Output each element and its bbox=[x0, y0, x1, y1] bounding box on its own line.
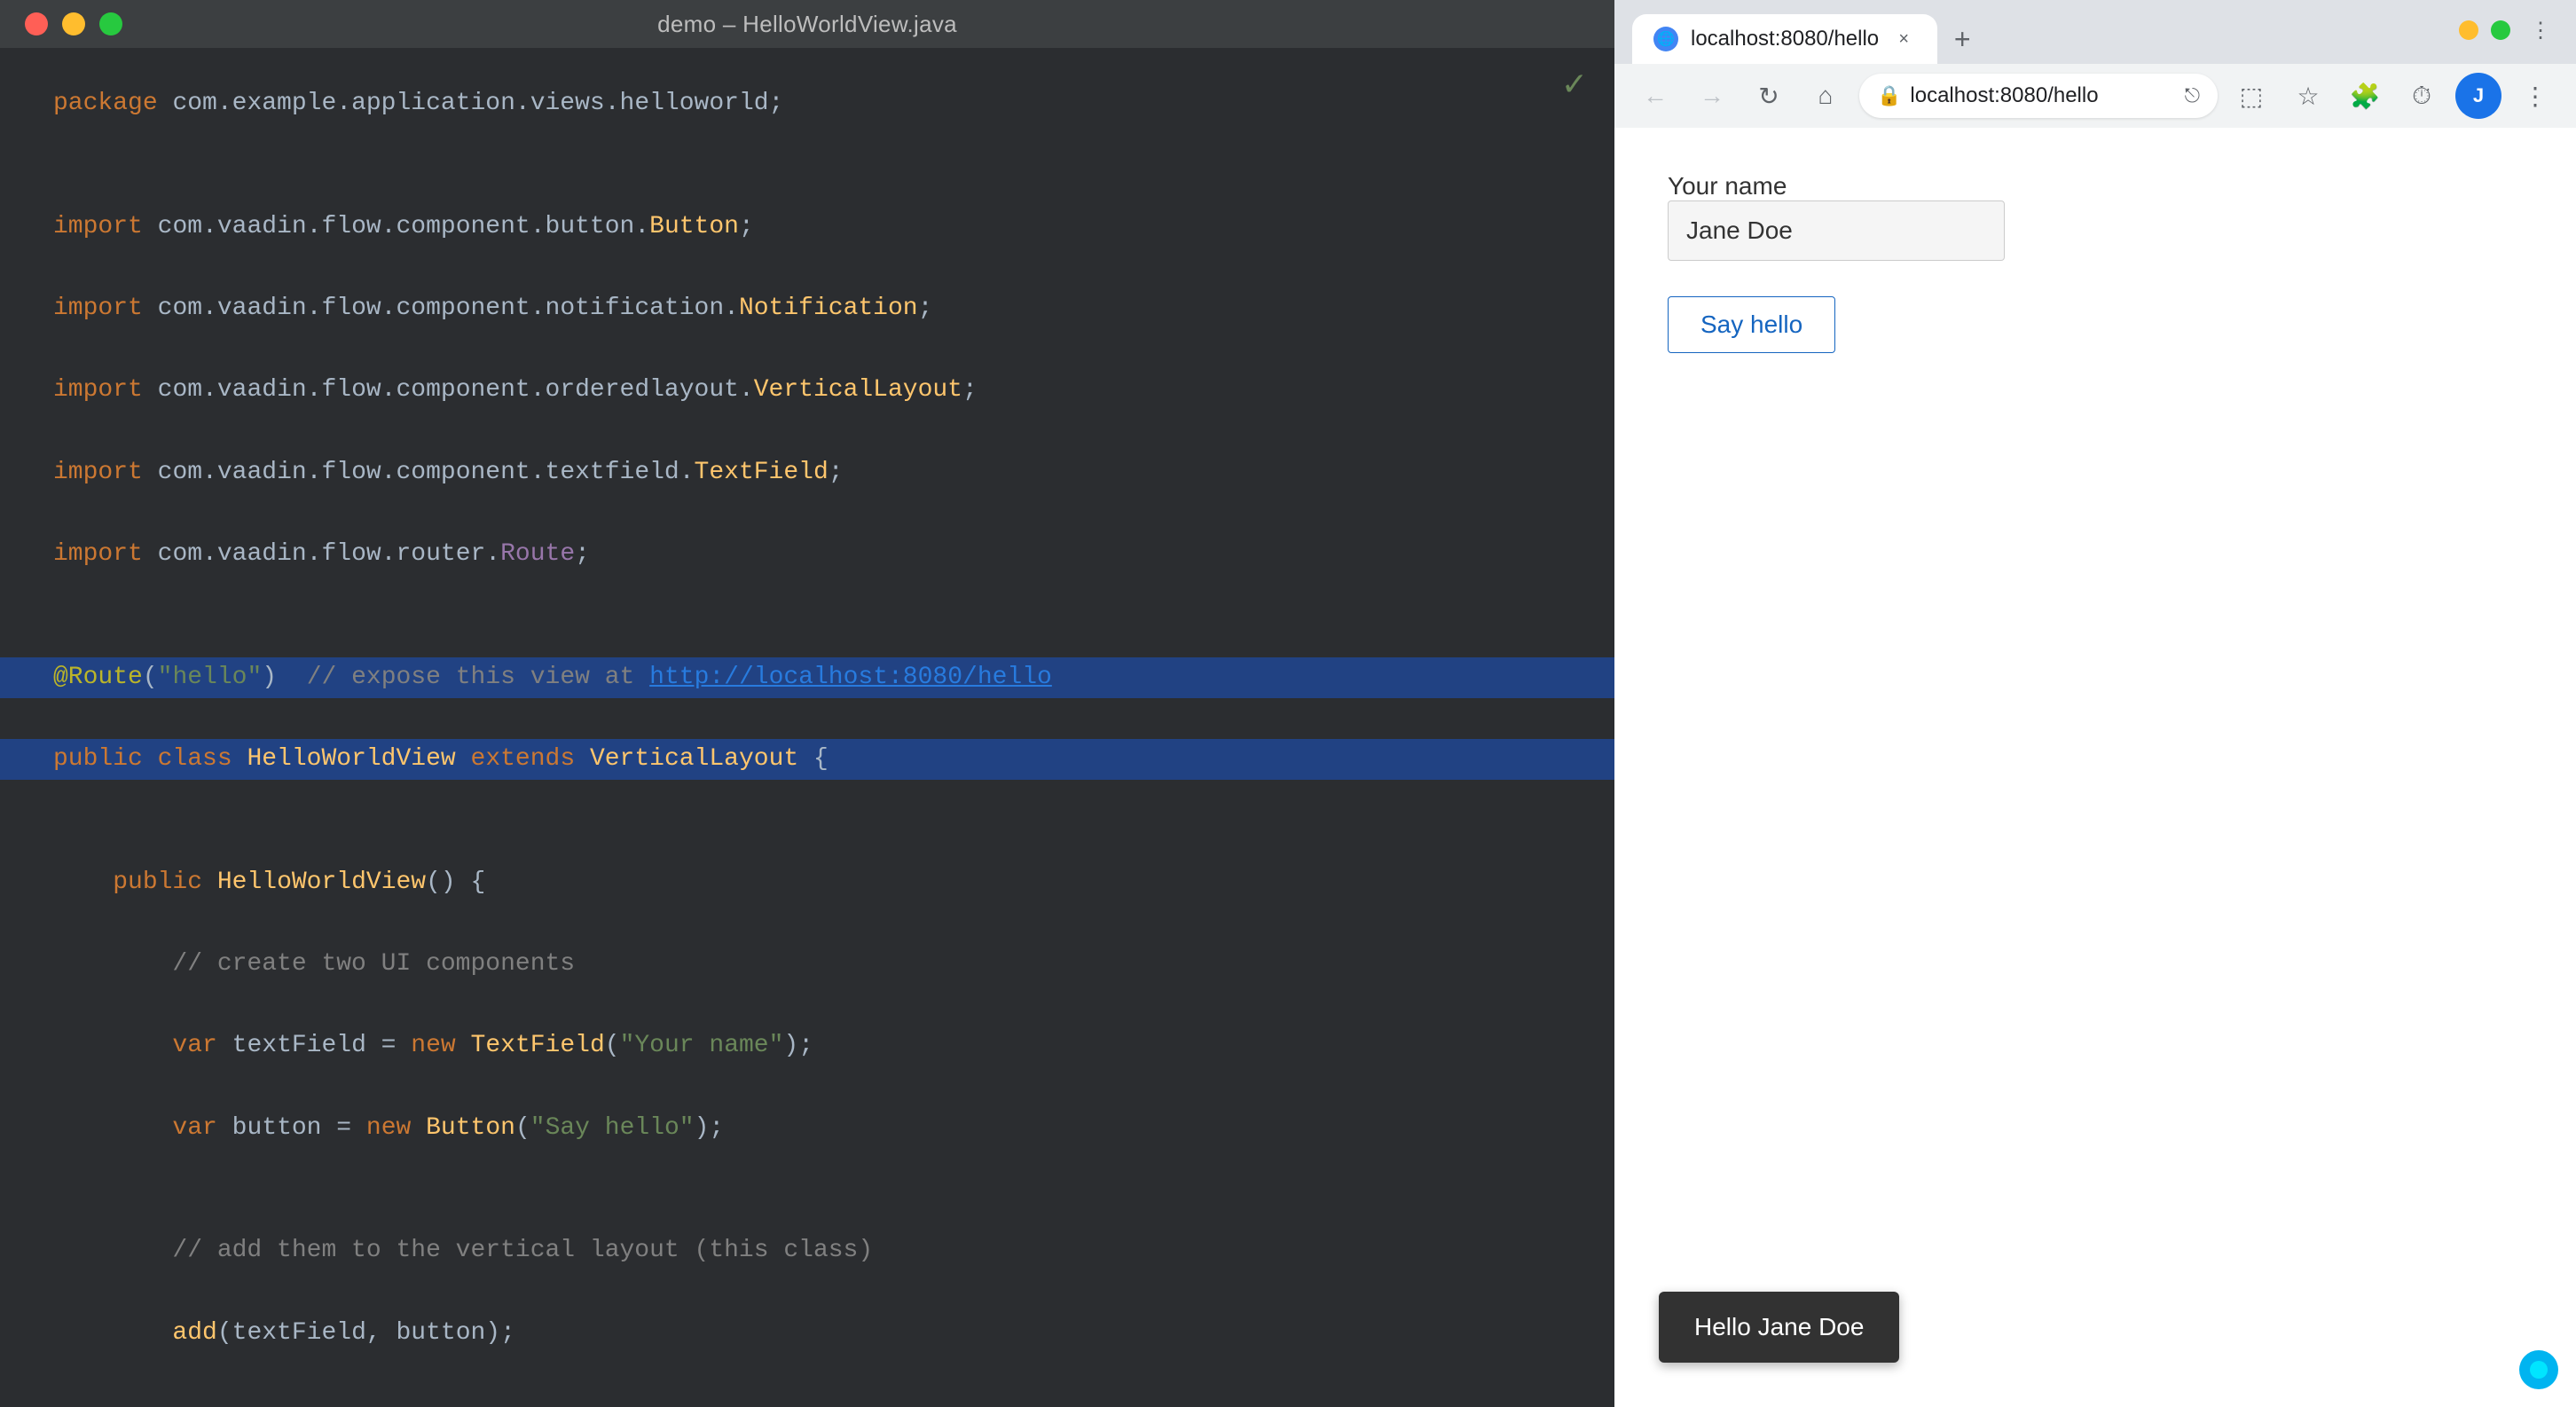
name-input[interactable] bbox=[1668, 200, 2005, 261]
forward-button[interactable]: → bbox=[1689, 73, 1735, 119]
profile-button[interactable]: J bbox=[2455, 73, 2501, 119]
code-content: package com.example.application.views.he… bbox=[53, 83, 1561, 1407]
ide-title: demo – HelloWorldView.java bbox=[657, 11, 957, 38]
browser-menu-dots[interactable]: ⋮ bbox=[2523, 12, 2558, 48]
ide-titlebar: demo – HelloWorldView.java bbox=[0, 0, 1614, 48]
share-icon: ⎋ bbox=[2185, 84, 2200, 107]
vaadin-indicator bbox=[2519, 1350, 2558, 1389]
forward-icon: → bbox=[1700, 82, 1724, 110]
home-icon: ⌂ bbox=[1818, 82, 1834, 110]
lock-icon: 🔒 bbox=[1877, 84, 1901, 107]
vaadin-dot bbox=[2530, 1361, 2548, 1379]
reload-icon: ↻ bbox=[1758, 82, 1779, 111]
notification-toast: Hello Jane Doe bbox=[1659, 1292, 1899, 1363]
new-tab-button[interactable]: + bbox=[1937, 14, 1987, 64]
browser-chrome: 🌐 localhost:8080/hello × + ⋮ ← → ↻ bbox=[1614, 0, 2576, 128]
address-text: localhost:8080/hello bbox=[1910, 83, 2175, 108]
browser-content: Your name Say hello Hello Jane Doe bbox=[1614, 128, 2576, 1407]
code-editor[interactable]: ✓ package com.example.application.views.… bbox=[0, 48, 1614, 1407]
window-minimize-button[interactable] bbox=[62, 12, 85, 35]
open-tab-icon: ⬚ bbox=[2240, 82, 2263, 111]
browser-menu-button[interactable]: ⋮ bbox=[2512, 73, 2558, 119]
window-maximize-button[interactable] bbox=[99, 12, 122, 35]
tab-close-button[interactable]: × bbox=[1891, 27, 1916, 51]
browser-maximize-button[interactable] bbox=[2491, 20, 2510, 40]
tab-bar: 🌐 localhost:8080/hello × + ⋮ bbox=[1614, 0, 2576, 64]
field-label: Your name bbox=[1668, 172, 1787, 200]
bookmark-icon: ☆ bbox=[2297, 82, 2319, 111]
bookmark-button[interactable]: ☆ bbox=[2285, 73, 2331, 119]
reload-button[interactable]: ↻ bbox=[1746, 73, 1792, 119]
extensions-button[interactable]: 🧩 bbox=[2342, 73, 2388, 119]
browser-minimize-button[interactable] bbox=[2459, 20, 2478, 40]
tab-title: localhost:8080/hello bbox=[1691, 27, 1879, 51]
open-in-tab-button[interactable]: ⬚ bbox=[2228, 73, 2274, 119]
history-icon: ⏱ bbox=[2412, 82, 2431, 111]
notification-text: Hello Jane Doe bbox=[1694, 1313, 1864, 1340]
window-close-button[interactable] bbox=[25, 12, 48, 35]
address-bar[interactable]: 🔒 localhost:8080/hello ⎋ bbox=[1859, 74, 2218, 118]
back-button[interactable]: ← bbox=[1632, 73, 1678, 119]
say-hello-button[interactable]: Say hello bbox=[1668, 296, 1835, 353]
checkmark-icon: ✓ bbox=[1561, 66, 1588, 103]
back-icon: ← bbox=[1643, 82, 1668, 110]
browser-tab-active[interactable]: 🌐 localhost:8080/hello × bbox=[1632, 14, 1937, 64]
window-controls bbox=[25, 12, 122, 35]
extensions-icon: 🧩 bbox=[2350, 82, 2381, 111]
tab-favicon: 🌐 bbox=[1653, 27, 1678, 51]
home-button[interactable]: ⌂ bbox=[1802, 73, 1849, 119]
browser-panel: 🌐 localhost:8080/hello × + ⋮ ← → ↻ bbox=[1614, 0, 2576, 1407]
history-button[interactable]: ⏱ bbox=[2399, 73, 2445, 119]
avatar-label: J bbox=[2473, 84, 2484, 107]
menu-icon: ⋮ bbox=[2523, 82, 2548, 111]
browser-controls-row: ← → ↻ ⌂ 🔒 localhost:8080/hello ⎋ ⬚ ☆ bbox=[1614, 64, 2576, 128]
ide-panel: demo – HelloWorldView.java ✓ package com… bbox=[0, 0, 1614, 1407]
